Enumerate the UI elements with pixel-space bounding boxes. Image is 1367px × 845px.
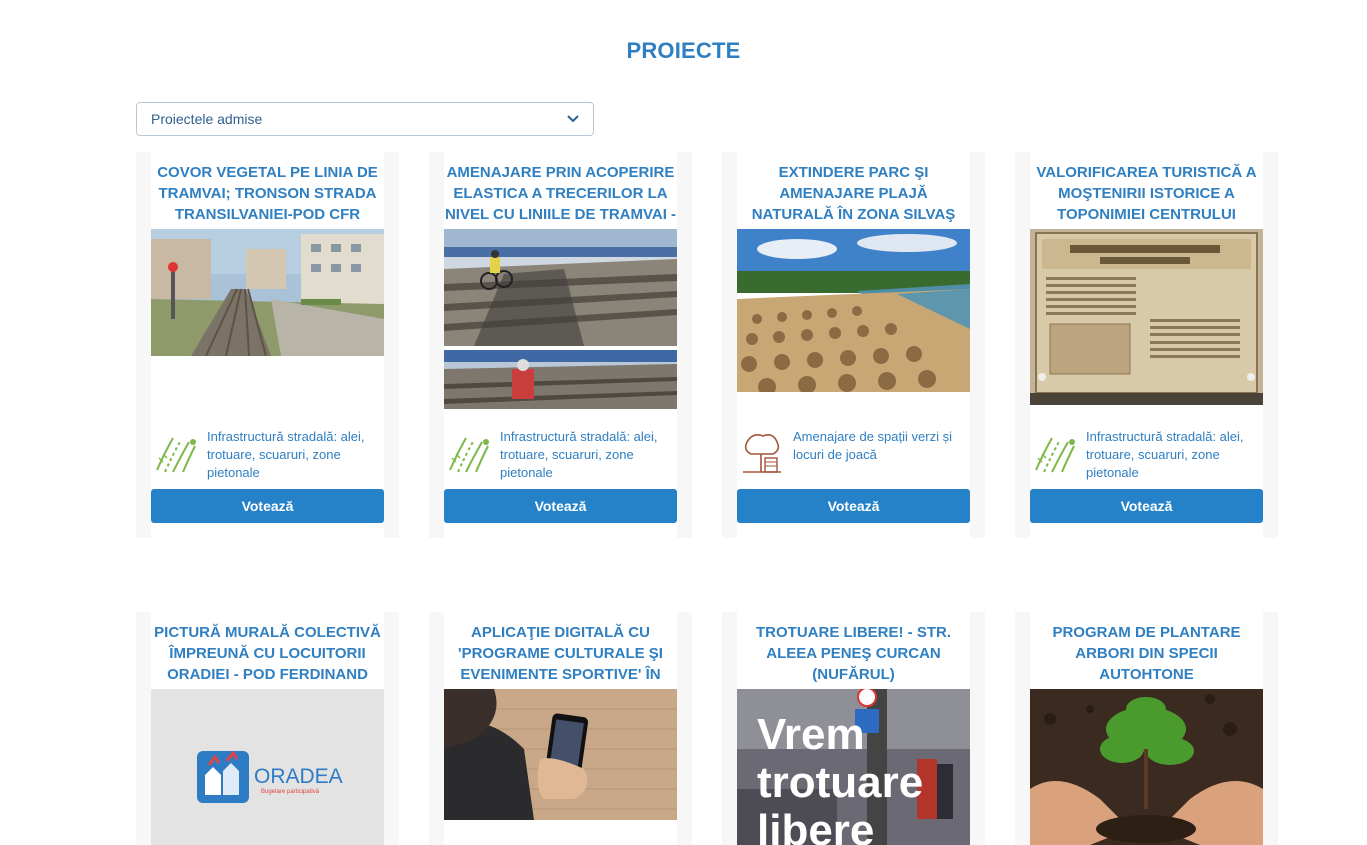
project-title[interactable]: EXTINDERE PARC ŞI AMENAJARE PLAJĂ NATURA… (737, 162, 970, 225)
project-image-oradea-logo[interactable]: ORADEA Bugetare participativă (151, 689, 384, 845)
project-category: Infrastructură stradală: alei, trotuare,… (151, 428, 384, 484)
category-label: Infrastructură stradală: alei, trotuare,… (1086, 429, 1244, 480)
vote-button[interactable]: Votează (444, 489, 677, 523)
project-card: APLICAŢIE DIGITALĂ CU 'PROGRAME CULTURAL… (429, 612, 692, 845)
filter-selected-value: Proiectele admise (151, 111, 263, 127)
green-spaces-icon (737, 428, 787, 478)
oradea-logo-text: ORADEA (254, 765, 343, 788)
project-title[interactable]: PICTURĂ MURALĂ COLECTIVĂ ÎMPREUNĂ CU LOC… (151, 622, 384, 685)
project-image-tram-crossing[interactable] (444, 229, 677, 409)
street-infrastructure-icon (444, 428, 494, 478)
project-category: Infrastructură stradală: alei, trotuare,… (444, 428, 677, 484)
vote-button[interactable]: Votează (151, 489, 384, 523)
project-card: AMENAJARE PRIN ACOPERIRE ELASTICA A TREC… (429, 152, 692, 538)
project-image-free-sidewalks[interactable]: Vrem trotuare libere (737, 689, 970, 845)
project-image-tree-planting[interactable] (1030, 689, 1263, 845)
image-text-line-2: trotuare (757, 758, 923, 807)
project-card: VALORIFICAREA TURISTICĂ A MOŞTENIRII IST… (1015, 152, 1278, 538)
project-title[interactable]: VALORIFICAREA TURISTICĂ A MOŞTENIRII IST… (1030, 162, 1263, 225)
project-card: COVOR VEGETAL PE LINIA DE TRAMVAI; TRONS… (136, 152, 399, 538)
project-filter-select[interactable]: Proiectele admise (136, 102, 594, 136)
image-text-line-3: libere (757, 806, 874, 845)
project-image-tram-track[interactable] (151, 229, 384, 356)
page-title: PROIECTE (626, 38, 741, 63)
vote-button[interactable]: Votează (1030, 489, 1263, 523)
project-category: Infrastructură stradală: alei, trotuare,… (1030, 428, 1263, 484)
project-category: Amenajare de spații verzi și locuri de j… (737, 428, 970, 484)
chevron-down-icon (567, 115, 579, 123)
oradea-logo-subtext: Bugetare participativă (261, 789, 320, 795)
project-image-phone-app[interactable] (444, 689, 677, 820)
project-image-beach[interactable] (737, 229, 970, 392)
street-infrastructure-icon (1030, 428, 1080, 478)
vote-button[interactable]: Votează (737, 489, 970, 523)
street-infrastructure-icon (151, 428, 201, 478)
project-title[interactable]: APLICAŢIE DIGITALĂ CU 'PROGRAME CULTURAL… (444, 622, 677, 685)
category-label: Amenajare de spații verzi și locuri de j… (793, 429, 952, 462)
project-title[interactable]: AMENAJARE PRIN ACOPERIRE ELASTICA A TREC… (444, 162, 677, 225)
project-card: TROTUARE LIBERE! - STR. ALEEA PENEŞ CURC… (722, 612, 985, 845)
project-card: PICTURĂ MURALĂ COLECTIVĂ ÎMPREUNĂ CU LOC… (136, 612, 399, 845)
project-card: EXTINDERE PARC ŞI AMENAJARE PLAJĂ NATURA… (722, 152, 985, 538)
project-title[interactable]: COVOR VEGETAL PE LINIA DE TRAMVAI; TRONS… (151, 162, 384, 225)
category-label: Infrastructură stradală: alei, trotuare,… (207, 429, 365, 480)
category-label: Infrastructură stradală: alei, trotuare,… (500, 429, 658, 480)
project-card: PROGRAM DE PLANTARE ARBORI DIN SPECII AU… (1015, 612, 1278, 845)
project-title[interactable]: TROTUARE LIBERE! - STR. ALEEA PENEŞ CURC… (737, 622, 970, 685)
project-image-street-plaque[interactable] (1030, 229, 1263, 405)
image-text-line-1: Vrem (757, 710, 865, 759)
project-title[interactable]: PROGRAM DE PLANTARE ARBORI DIN SPECII AU… (1030, 622, 1263, 685)
